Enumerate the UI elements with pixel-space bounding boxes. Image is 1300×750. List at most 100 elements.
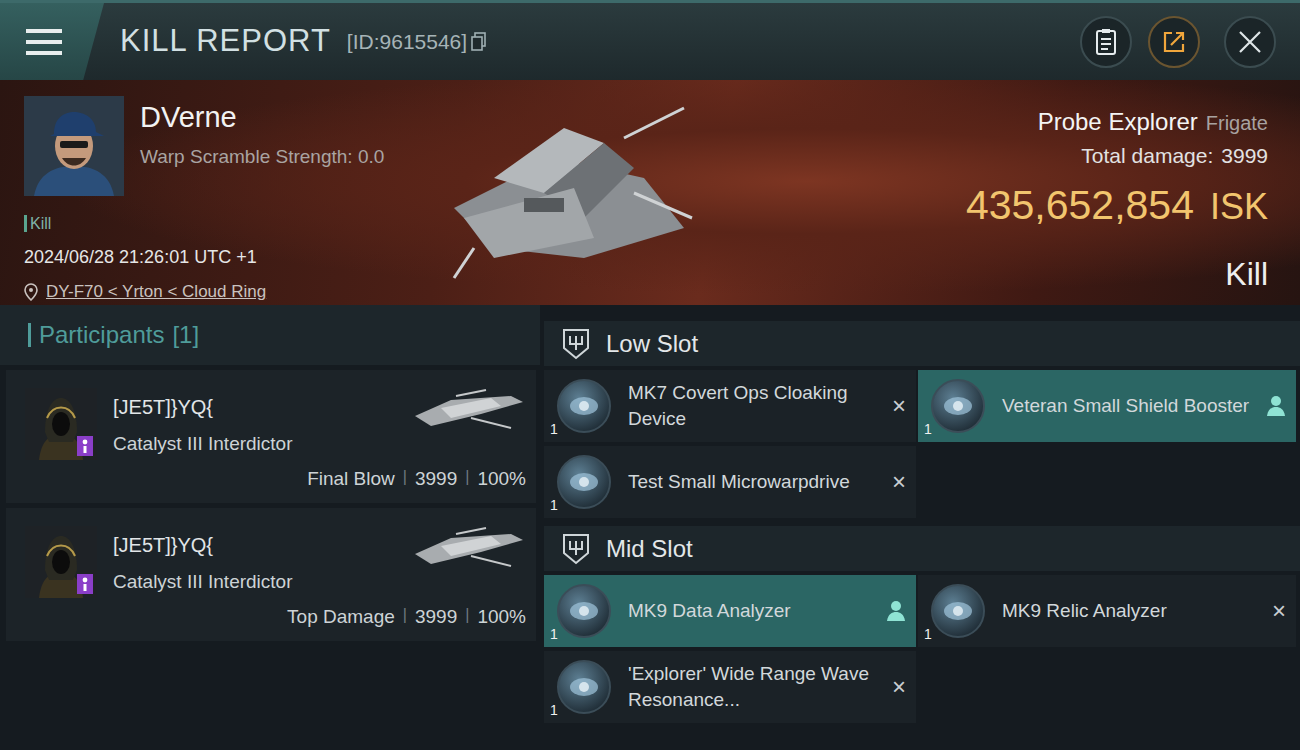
separator: | xyxy=(403,465,407,494)
module-icon xyxy=(556,454,612,510)
kill-report-screen: KILL REPORT [ID:9615546] DVerneWarp Scramb… xyxy=(0,0,1300,750)
ship-type: Probe Explorer xyxy=(1038,104,1198,140)
menu-icon[interactable] xyxy=(24,26,64,58)
separator: | xyxy=(403,603,407,632)
victim-portrait-icon xyxy=(24,96,124,196)
module-icon xyxy=(556,659,612,715)
module-item[interactable]: 1 'Explorer' Wide Range Wave Resonance...… xyxy=(544,651,916,723)
participant-top: [JE5T]}YQ{Catalyst III Interdictor xyxy=(113,526,526,597)
victim-name-group: DVerneWarp Scramble Strength: 0.0 xyxy=(140,96,384,196)
result-label: Kill xyxy=(1225,250,1268,298)
module-item[interactable]: 1 MK7 Covert Ops Cloaking Device × xyxy=(544,370,916,442)
participant-ship: Catalyst III Interdictor xyxy=(113,430,293,459)
ship-line: Probe Explorer Frigate xyxy=(1038,104,1268,140)
module-name: 'Explorer' Wide Range Wave Resonance... xyxy=(628,661,876,712)
share-button[interactable] xyxy=(1148,16,1200,68)
module-icon-wrap: 1 xyxy=(930,378,986,434)
module-icon-wrap: 1 xyxy=(930,583,986,639)
currency: ISK xyxy=(1210,180,1268,234)
toolbar xyxy=(1080,16,1300,68)
kill-time: 2024/06/28 21:26:01 UTC +1 xyxy=(24,244,384,271)
location-link[interactable]: DY-F70 < Yrton < Cloud Ring xyxy=(46,279,266,305)
title-group: KILL REPORT [ID:9615546] xyxy=(120,18,487,65)
module-name: MK9 Relic Analyzer xyxy=(1002,598,1256,624)
close-icon[interactable] xyxy=(1237,29,1263,55)
menu-button[interactable] xyxy=(0,3,104,80)
module-quantity: 1 xyxy=(550,700,558,721)
page-title: KILL REPORT xyxy=(120,18,331,65)
module-icon xyxy=(556,583,612,639)
destroyed-mark: × xyxy=(892,470,906,494)
participants-count: [1] xyxy=(172,317,199,353)
participant-info: [JE5T]}YQ{ Catalyst III Interdictor Final … xyxy=(113,388,526,493)
participant-stats: Top Damage|3999|100% xyxy=(113,603,526,632)
title-bar: KILL REPORT [ID:9615546] xyxy=(0,0,1300,80)
module-icon-wrap: 1 xyxy=(556,454,612,510)
participant-names: [JE5T]}YQ{ Catalyst III Interdictor xyxy=(113,388,293,459)
module-quantity: 1 xyxy=(924,624,932,645)
module-item[interactable]: 1 Test Small Microwarpdrive × xyxy=(544,446,916,518)
module-item[interactable]: 1MK9 Relic Analyzer× xyxy=(918,575,1296,647)
ship-render xyxy=(434,80,694,305)
person-icon xyxy=(1266,395,1286,417)
participant-damage: 3999 xyxy=(415,603,457,632)
victim-info: DVerneWarp Scramble Strength: 0.0 Kill 202… xyxy=(0,80,384,305)
close-button[interactable] xyxy=(1224,16,1276,68)
participant-names: [JE5T]}YQ{Catalyst III Interdictor xyxy=(113,526,293,597)
copy-icon[interactable] xyxy=(471,32,487,52)
participant-name: [JE5T]}YQ{ xyxy=(113,392,293,422)
participants-title: Participants xyxy=(39,317,164,353)
module-quantity: 1 xyxy=(550,495,558,516)
module-name: Veteran Small Shield Booster xyxy=(1002,393,1250,419)
interdictor-ship-icon xyxy=(411,388,526,433)
participant-info: [JE5T]}YQ{Catalyst III InterdictorTop Da… xyxy=(113,526,526,631)
person-icon xyxy=(886,600,906,622)
participant-top: [JE5T]}YQ{ Catalyst III Interdictor xyxy=(113,388,526,459)
module-icon xyxy=(930,378,986,434)
ship-class: Frigate xyxy=(1206,108,1268,138)
participants-panel: Participants[1][JE5T]}YQ{Catalyst III In… xyxy=(0,305,540,750)
clipboard-button[interactable] xyxy=(1080,16,1132,68)
participant-card[interactable]: [JE5T]}YQ{ Catalyst III Interdictor Final … xyxy=(6,370,536,503)
participant-role: Final Blow xyxy=(307,465,395,494)
module-item[interactable]: 1 Veteran Small Shield Booster xyxy=(918,370,1296,442)
slot-grid: 1 MK7 Covert Ops Cloaking Device × 1 Veteran… xyxy=(544,370,1300,518)
participant-damage: 3999 xyxy=(415,465,457,494)
share-icon[interactable] xyxy=(1161,29,1187,55)
participant-stats: Final Blow|3999|100% xyxy=(113,465,526,494)
slot-shield-icon xyxy=(562,328,590,360)
tag-row: Kill xyxy=(24,212,384,236)
slot-grid: 1MK9 Data Analyzer1MK9 Relic Analyzer×1'… xyxy=(544,575,1300,723)
victim-banner: DVerneWarp Scramble Strength: 0.0 Kill 202… xyxy=(0,80,1300,305)
module-item[interactable]: 1MK9 Data Analyzer xyxy=(544,575,916,647)
isk-value: 435,652,854 xyxy=(966,183,1194,228)
header-bar xyxy=(28,323,31,347)
module-name: Test Small Microwarpdrive xyxy=(628,469,876,495)
module-icon-wrap: 1 xyxy=(556,583,612,639)
corp-badge-icon xyxy=(77,436,93,456)
kill-tag: Kill xyxy=(24,215,51,232)
participant-share: 100% xyxy=(477,603,526,632)
corp-badge-icon xyxy=(77,574,93,594)
damage-label: Total damage: xyxy=(1081,140,1213,172)
module-quantity: 1 xyxy=(550,624,558,645)
separator: | xyxy=(465,603,469,632)
module-quantity: 1 xyxy=(924,419,932,440)
clipboard-icon[interactable] xyxy=(1094,28,1118,56)
damage-line: Total damage:3999 xyxy=(1081,140,1268,172)
destroyed-mark: × xyxy=(892,394,906,418)
module-name: MK7 Covert Ops Cloaking Device xyxy=(628,380,876,431)
total-damage: 3999 xyxy=(1221,140,1268,172)
slot-header: Mid Slot xyxy=(544,526,1300,571)
details-area: Participants[1][JE5T]}YQ{Catalyst III In… xyxy=(0,305,1300,750)
module-icon xyxy=(930,583,986,639)
module-icon-wrap: 1 xyxy=(556,378,612,434)
participant-portrait xyxy=(25,526,97,598)
victim-name: DVerne xyxy=(140,100,384,135)
slot-shield-icon xyxy=(562,533,590,565)
location-pin-icon xyxy=(24,283,38,301)
separator: | xyxy=(465,465,469,494)
participant-card[interactable]: [JE5T]}YQ{Catalyst III InterdictorTop Da… xyxy=(6,508,536,641)
slot-title: Mid Slot xyxy=(606,531,693,567)
report-id: [ID:9615546] xyxy=(347,26,467,58)
